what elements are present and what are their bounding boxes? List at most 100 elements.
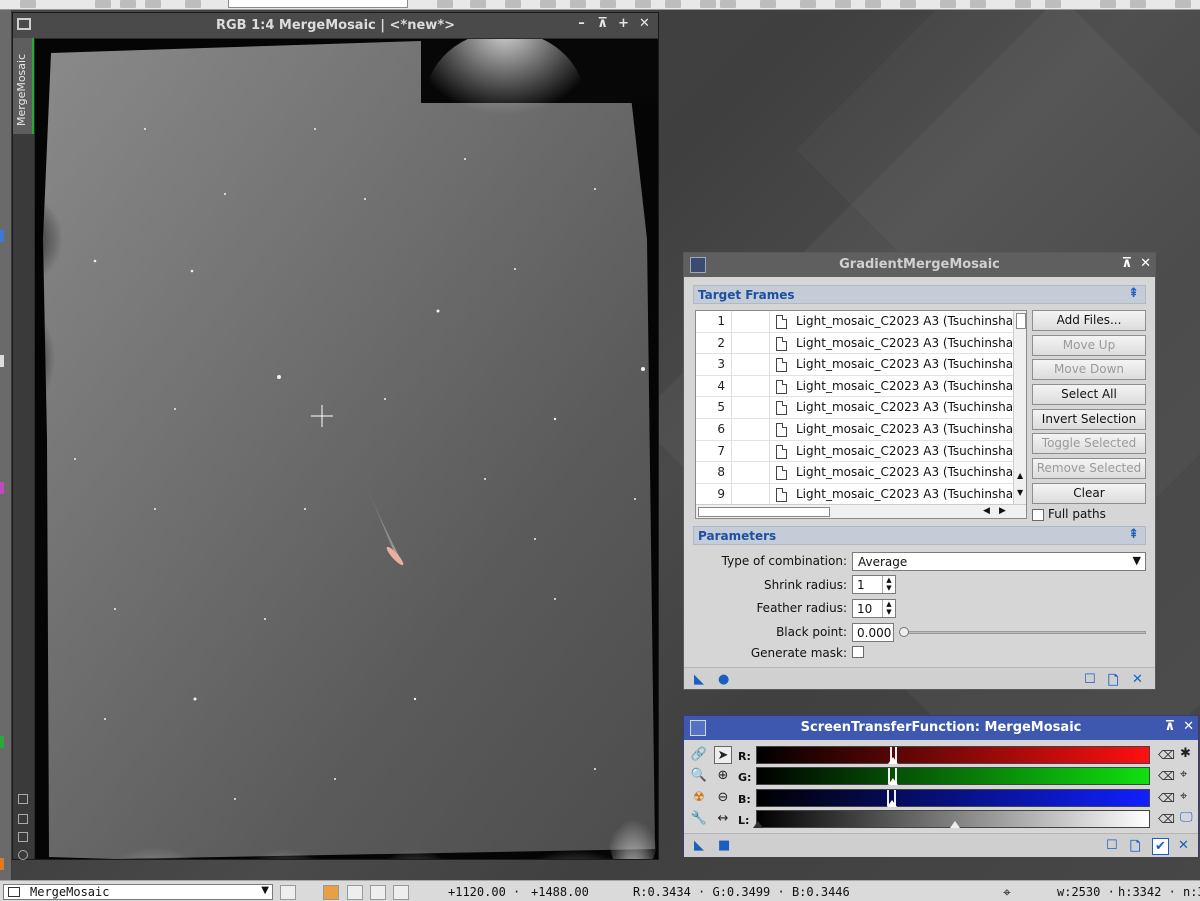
slider-handle[interactable] [753,821,763,828]
close-icon[interactable]: ✕ [1140,256,1151,271]
reset-channel-icon[interactable]: ⌫ [1158,748,1175,762]
slider-handle[interactable] [887,800,897,807]
reset-icon[interactable]: ✕ [1132,672,1143,687]
reset-channel-icon[interactable]: ⌫ [1158,812,1175,826]
edit-instance-icon[interactable]: 🗋 [1108,672,1118,694]
rail-marker[interactable] [0,736,4,748]
parameters-section[interactable]: Parameters ⇞ [693,526,1146,545]
slider-handle[interactable] [888,757,898,764]
spin-arrows-icon[interactable]: ▲ ▼ [882,600,895,617]
image-window-titlebar[interactable]: RGB 1:4 MergeMosaic | <*new*> – ⊼ + ✕ [13,13,658,38]
frame-enabled-cell[interactable] [733,440,770,462]
toolbar-button[interactable] [700,0,716,8]
auto-stretch-icon[interactable]: ☢ [690,789,708,807]
shade-icon[interactable]: ⊼ [1165,719,1176,734]
toolbar-button[interactable] [120,0,136,8]
toolbar-button[interactable] [1130,0,1146,8]
horizontal-scrollbar[interactable]: ◀ ▶ [696,504,1026,518]
toolbar-button[interactable] [1015,0,1031,8]
maximize-icon[interactable]: + [616,16,631,31]
toolbar-button[interactable] [635,0,651,8]
browse-documentation-icon[interactable]: ☐ [1106,838,1118,853]
toolbar-button[interactable] [720,0,736,8]
green-stf-slider[interactable] [756,767,1150,785]
toolbar-button[interactable] [1175,0,1191,8]
gradient-merge-mosaic-panel[interactable]: GradientMergeMosaic ⊼ ✕ Target Frames ⇞ … [683,252,1156,690]
view-selector[interactable]: MergeMosaic ▼ [3,884,273,900]
toolbar-button[interactable] [145,0,161,8]
move-up-button[interactable]: Move Up [1032,335,1146,356]
generate-mask-checkbox[interactable] [852,646,864,658]
crosshair-icon[interactable]: ⌖ [1180,789,1196,805]
frame-row[interactable]: 3 Light_mosaic_C2023 A3 (Tsuchinshan- [696,354,1025,376]
blue-stf-slider[interactable] [756,789,1150,807]
reset-channel-icon[interactable]: ⌫ [1158,769,1175,783]
scrollbar-thumb[interactable] [698,507,830,517]
remove-selected-button[interactable]: Remove Selected [1032,458,1146,479]
frame-row[interactable]: 4 Light_mosaic_C2023 A3 (Tsuchinshan- [696,375,1025,398]
crop-icon[interactable] [18,814,28,824]
frame-row[interactable]: 6 Light_mosaic_C2023 A3 (Tsuchinshan- [696,419,1025,441]
spin-arrows-icon[interactable]: ▲ ▼ [882,576,895,593]
frame-row[interactable]: 1 Light_mosaic_C2023 A3 (Tsuchinshan- [696,311,1025,333]
new-instance-icon[interactable]: ◣ [694,838,704,853]
clone-icon[interactable] [18,832,28,842]
frame-enabled-cell[interactable] [733,375,770,397]
toolbar-button[interactable] [800,0,816,8]
frame-row[interactable]: 8 Light_mosaic_C2023 A3 (Tsuchinshan- [696,462,1025,484]
toolbar-button[interactable] [600,0,616,8]
move-down-button[interactable]: Move Down [1032,359,1146,380]
full-paths-option[interactable]: Full paths [1032,507,1106,521]
type-of-combination-select[interactable]: Average ▼ [852,552,1146,571]
image-window[interactable]: RGB 1:4 MergeMosaic | <*new*> – ⊼ + ✕ Me… [12,12,659,860]
readout-mode-button[interactable] [280,885,296,900]
target-icon[interactable] [18,850,28,860]
monitor-icon[interactable]: 🖵 [1180,810,1196,826]
shade-icon[interactable]: ⊼ [595,16,610,31]
scrollbar-thumb[interactable] [1016,313,1026,329]
full-paths-checkbox[interactable] [1032,508,1044,521]
zoom-out-icon[interactable]: ⊖ [714,789,732,807]
reset-icon[interactable]: ✕ [1178,838,1189,853]
frame-enabled-cell[interactable] [733,311,770,332]
close-icon[interactable]: ✕ [1183,719,1194,734]
rail-marker[interactable] [0,482,4,494]
wrench-icon[interactable]: 🔧 [690,810,708,828]
zoom-in-icon[interactable]: ⊕ [714,767,732,785]
toolbar-button[interactable] [1045,0,1061,8]
toolbar-button[interactable] [970,0,986,8]
scroll-up-icon[interactable]: ▲ [1017,471,1023,480]
toolbar-button[interactable] [437,0,453,8]
gear-icon[interactable]: ✱ [1180,746,1196,762]
toolbar-button[interactable] [185,0,201,8]
toolbar-button[interactable] [760,0,776,8]
new-instance-icon[interactable]: ◣ [694,672,704,687]
frame-enabled-cell[interactable] [733,483,770,505]
frame-row[interactable]: 7 Light_mosaic_C2023 A3 (Tsuchinshan- [696,440,1025,463]
crosshair-icon[interactable]: ⌖ [1180,767,1196,783]
toolbar-button[interactable] [470,0,486,8]
invert-selection-button[interactable]: Invert Selection [1032,409,1146,430]
collapse-icon[interactable]: ⇞ [1128,527,1139,542]
collapse-icon[interactable]: ⇞ [1128,286,1139,301]
toggle-selected-button[interactable]: Toggle Selected [1032,433,1146,454]
arrow-icon[interactable] [18,794,28,804]
zoom-icon[interactable]: 🔍 [690,767,708,785]
toolbar-button[interactable] [505,0,521,8]
mode-button[interactable] [370,885,386,900]
toolbar-button[interactable] [20,0,36,8]
color-mode-button[interactable] [323,885,339,900]
black-point-slider[interactable] [899,627,1146,637]
shade-icon[interactable]: ⊼ [1122,256,1133,271]
close-icon[interactable]: ✕ [637,16,652,31]
clear-button[interactable]: Clear [1032,483,1146,504]
gmm-titlebar[interactable]: GradientMergeMosaic ⊼ ✕ [684,253,1155,277]
slider-handle[interactable] [888,778,898,785]
pointer-icon[interactable]: ➤ [714,746,732,764]
black-point-input[interactable]: 0.000 [852,623,894,642]
mode-button[interactable] [393,885,409,900]
toolbar-button[interactable] [95,0,111,8]
rail-marker[interactable] [0,230,4,242]
checkmark-icon[interactable]: ✔ [1152,838,1169,855]
toolbar-button[interactable] [665,0,681,8]
